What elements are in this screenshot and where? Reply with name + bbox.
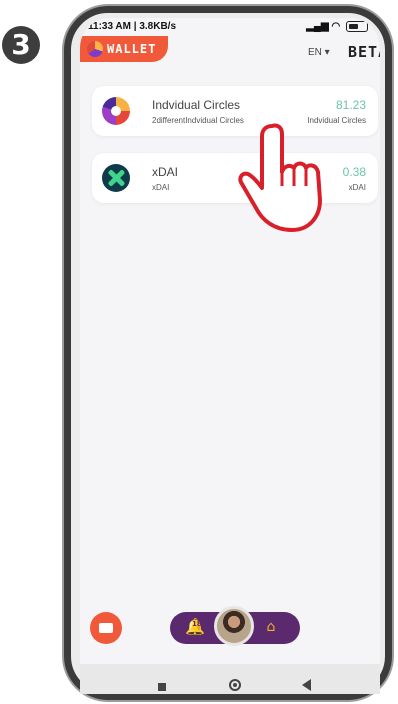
camera-button[interactable] (90, 612, 122, 644)
app-logo-icon (87, 41, 103, 57)
notification-count: 18 (192, 620, 202, 628)
token-amount: 81.23 (335, 98, 366, 112)
avatar[interactable] (214, 606, 254, 646)
status-time-network: 11:33 AM | 3.8KB/s (88, 21, 177, 32)
token-name: xDAI (152, 165, 179, 179)
token-subtitle: 2differentIndvidual Circles (152, 116, 244, 125)
signal-icon: ▂▄▆ (306, 21, 329, 32)
step-number-badge: 3 (2, 26, 40, 64)
home-icon[interactable]: ⌂ (262, 618, 280, 636)
home-nav-icon[interactable] (229, 679, 241, 691)
token-subtitle-right: xDAI (348, 183, 366, 192)
system-navigation-bar (80, 664, 380, 694)
token-subtitle: xDAI (152, 183, 170, 192)
beta-label: BETA (348, 43, 380, 61)
xdai-logo-icon (102, 164, 130, 192)
back-nav-icon[interactable] (302, 679, 311, 691)
status-bar: 11:33 AM | 3.8KB/s ▂▄▆ ◠ (80, 18, 380, 36)
wallet-label: WALLET (107, 42, 157, 56)
recent-apps-icon[interactable] (158, 683, 166, 691)
battery-icon (346, 20, 368, 32)
token-name: Indvidual Circles (152, 98, 241, 112)
wallet-tab[interactable]: WALLET (80, 36, 168, 62)
pointing-hand-icon (238, 123, 322, 232)
language-select[interactable]: EN ▾ (308, 46, 330, 60)
token-amount: 0.38 (342, 165, 366, 179)
app-screen: 11:33 AM | 3.8KB/s ▂▄▆ ◠ WALLET EN ▾ BET… (80, 18, 380, 694)
circles-logo-icon (102, 97, 130, 125)
camera-icon (99, 623, 113, 633)
status-indicators: ▂▄▆ ◠ (306, 18, 368, 36)
wifi-icon: ◠ (331, 21, 341, 32)
